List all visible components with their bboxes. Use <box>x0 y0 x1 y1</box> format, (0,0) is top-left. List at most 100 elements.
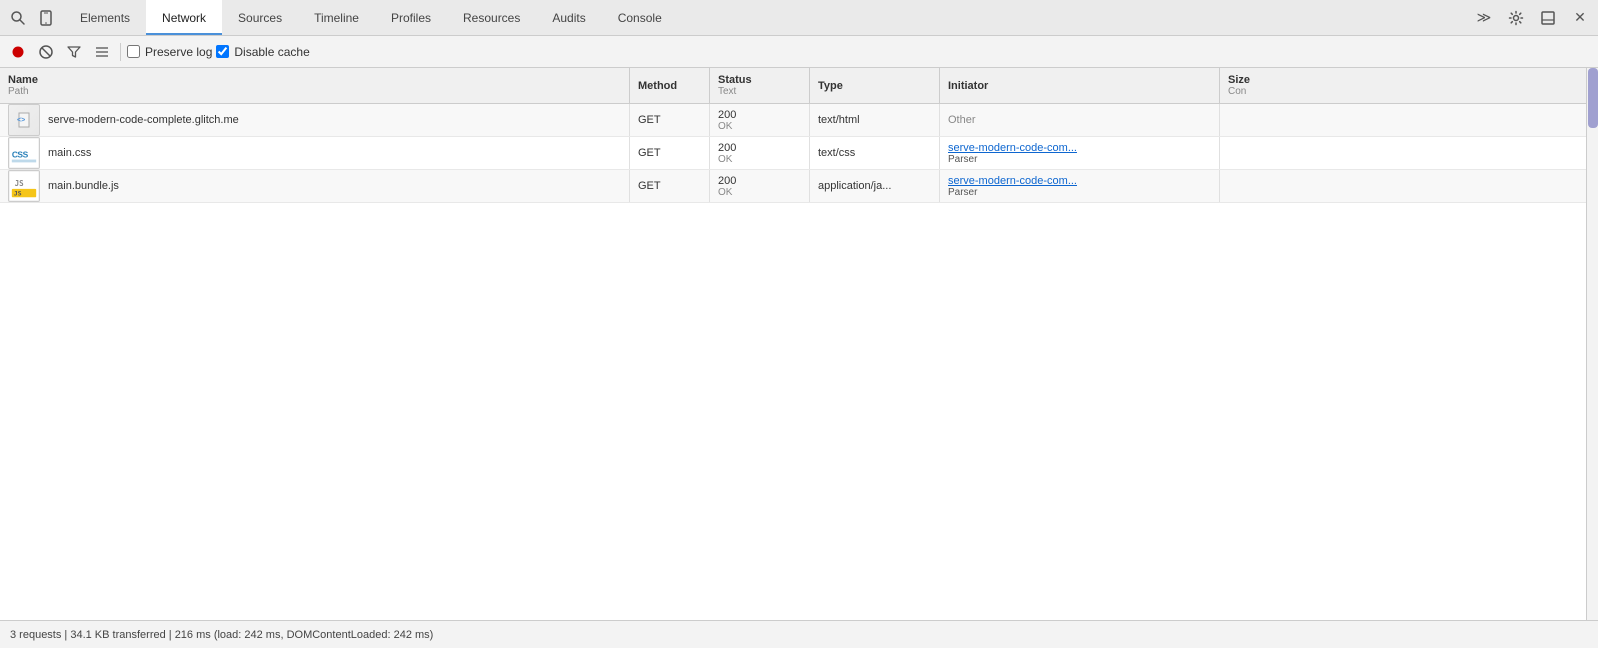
device-toggle-btn[interactable] <box>32 4 60 32</box>
row1-status-code: 200 <box>718 109 736 121</box>
nav-tabs: Elements Network Sources Timeline Profil… <box>64 0 678 35</box>
row1-type: text/html <box>818 114 860 126</box>
status-bar: 3 requests | 34.1 KB transferred | 216 m… <box>0 620 1598 648</box>
preserve-log-label[interactable]: Preserve log <box>127 45 212 59</box>
search-icon-btn[interactable] <box>4 4 32 32</box>
col-title-initiator: Initiator <box>948 80 1211 92</box>
row2-name: main.css <box>48 147 91 159</box>
row2-status-code: 200 <box>718 142 736 154</box>
svg-text:CSS: CSS <box>12 150 29 160</box>
table-header: Name Path Method Status Text Type Initia… <box>0 68 1586 104</box>
disable-cache-label[interactable]: Disable cache <box>216 45 309 59</box>
col-header-name[interactable]: Name Path <box>0 68 630 103</box>
filter-btn[interactable] <box>62 40 86 64</box>
main-area: Name Path Method Status Text Type Initia… <box>0 68 1598 620</box>
col-header-status[interactable]: Status Text <box>710 68 810 103</box>
scrollbar-thumb[interactable] <box>1588 68 1598 128</box>
svg-text:JS: JS <box>15 179 25 188</box>
table-row[interactable]: JS JS main.bundle.js GET 200 OK <box>0 170 1586 203</box>
col-sub-status: Text <box>718 86 801 97</box>
row1-initiator: Other <box>948 114 976 126</box>
toolbar: Preserve log Disable cache <box>0 36 1598 68</box>
svg-text:<>: <> <box>17 117 25 124</box>
svg-text:JS: JS <box>14 189 22 197</box>
row3-status-code: 200 <box>718 175 736 187</box>
execute-btn[interactable]: ≫ <box>1470 4 1498 32</box>
col-sub-size: Con <box>1228 86 1292 97</box>
cell-method-2: GET <box>630 137 710 169</box>
table-row[interactable]: <> serve-modern-code-complete.glitch.me … <box>0 104 1586 137</box>
table-body: <> serve-modern-code-complete.glitch.me … <box>0 104 1586 620</box>
tab-resources[interactable]: Resources <box>447 0 536 35</box>
cell-type-1: text/html <box>810 104 940 136</box>
dock-btn[interactable] <box>1534 4 1562 32</box>
tab-audits[interactable]: Audits <box>536 0 601 35</box>
row1-status-text: OK <box>718 121 732 132</box>
file-icon-html: <> <box>8 104 40 136</box>
tab-elements[interactable]: Elements <box>64 0 146 35</box>
tab-profiles[interactable]: Profiles <box>375 0 447 35</box>
col-header-size[interactable]: Size Con <box>1220 68 1300 103</box>
disable-cache-checkbox[interactable] <box>216 45 229 58</box>
nav-right: ≫ ✕ <box>1470 4 1594 32</box>
cell-initiator-2: serve-modern-code-com... Parser <box>940 137 1220 169</box>
col-title-type: Type <box>818 80 931 92</box>
table-wrapper: Name Path Method Status Text Type Initia… <box>0 68 1598 620</box>
cell-status-3: 200 OK <box>710 170 810 202</box>
col-title-status: Status <box>718 74 801 86</box>
tab-network[interactable]: Network <box>146 0 222 35</box>
col-header-type[interactable]: Type <box>810 68 940 103</box>
cell-method-3: GET <box>630 170 710 202</box>
settings-btn[interactable] <box>1502 4 1530 32</box>
preserve-log-checkbox[interactable] <box>127 45 140 58</box>
col-header-initiator[interactable]: Initiator <box>940 68 1220 103</box>
disable-cache-text: Disable cache <box>234 45 309 59</box>
row2-method: GET <box>638 147 661 159</box>
row3-status-text: OK <box>718 187 732 198</box>
table-row[interactable]: CSS main.css GET 200 OK text/ <box>0 137 1586 170</box>
row1-method: GET <box>638 114 661 126</box>
cell-method-1: GET <box>630 104 710 136</box>
row2-status-text: OK <box>718 154 732 165</box>
cell-type-3: application/ja... <box>810 170 940 202</box>
list-view-btn[interactable] <box>90 40 114 64</box>
row3-method: GET <box>638 180 661 192</box>
cell-name-1: <> serve-modern-code-complete.glitch.me <box>0 104 630 136</box>
preserve-log-text: Preserve log <box>145 45 212 59</box>
cell-size-1 <box>1220 104 1300 136</box>
col-sub-name: Path <box>8 86 621 97</box>
tab-console[interactable]: Console <box>602 0 678 35</box>
top-nav: Elements Network Sources Timeline Profil… <box>0 0 1598 36</box>
cell-status-2: 200 OK <box>710 137 810 169</box>
cell-initiator-1: Other <box>940 104 1220 136</box>
col-title-name: Name <box>8 74 621 86</box>
file-icon-css: CSS <box>8 137 40 169</box>
cell-name-3: JS JS main.bundle.js <box>0 170 630 202</box>
execute-icon: ≫ <box>1477 9 1492 26</box>
row2-initiator-link: serve-modern-code-com... <box>948 142 1077 154</box>
cell-initiator-3: serve-modern-code-com... Parser <box>940 170 1220 202</box>
col-title-method: Method <box>638 80 701 92</box>
clear-btn[interactable] <box>34 40 58 64</box>
cell-size-3 <box>1220 170 1300 202</box>
cell-status-1: 200 OK <box>710 104 810 136</box>
col-header-method[interactable]: Method <box>630 68 710 103</box>
row2-initiator-sub: Parser <box>948 154 977 165</box>
toolbar-divider <box>120 43 121 61</box>
row3-initiator-link: serve-modern-code-com... <box>948 175 1077 187</box>
cell-name-2: CSS main.css <box>0 137 630 169</box>
row1-name: serve-modern-code-complete.glitch.me <box>48 114 239 126</box>
row2-type: text/css <box>818 147 855 159</box>
tab-timeline[interactable]: Timeline <box>298 0 375 35</box>
file-icon-js: JS JS <box>8 170 40 202</box>
row3-type: application/ja... <box>818 180 891 192</box>
record-btn[interactable] <box>6 40 30 64</box>
cell-size-2 <box>1220 137 1300 169</box>
close-icon: ✕ <box>1574 9 1586 26</box>
row3-initiator-sub: Parser <box>948 187 977 198</box>
tab-sources[interactable]: Sources <box>222 0 298 35</box>
close-btn[interactable]: ✕ <box>1566 4 1594 32</box>
vertical-scrollbar[interactable] <box>1586 68 1598 620</box>
status-text: 3 requests | 34.1 KB transferred | 216 m… <box>10 629 433 641</box>
row3-name: main.bundle.js <box>48 180 119 192</box>
